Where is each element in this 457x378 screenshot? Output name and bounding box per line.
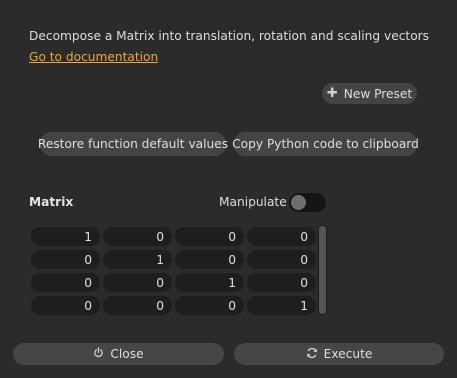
- execute-label: Execute: [323, 347, 373, 361]
- matrix-cell-0-0[interactable]: 1: [31, 227, 100, 246]
- manipulate-toggle[interactable]: [289, 193, 326, 212]
- matrix-cell-1-0[interactable]: 0: [31, 250, 100, 269]
- copy-python-code-label: Copy Python code to clipboard: [232, 137, 419, 151]
- matrix-cell-1-1[interactable]: 1: [103, 250, 172, 269]
- restore-defaults-label: Restore function default values: [37, 137, 229, 151]
- matrix-cell-1-3[interactable]: 0: [247, 250, 316, 269]
- matrix-cell-1-2[interactable]: 0: [175, 250, 244, 269]
- matrix-cell-3-3[interactable]: 1: [247, 296, 316, 315]
- new-preset-label: New Preset: [343, 86, 413, 101]
- function-description: Decompose a Matrix into translation, rot…: [29, 29, 430, 43]
- matrix-cell-2-2[interactable]: 1: [175, 273, 244, 292]
- close-button[interactable]: Close: [13, 343, 224, 365]
- execute-button[interactable]: Execute: [234, 343, 444, 365]
- toggle-knob: [291, 195, 306, 210]
- matrix-cell-0-1[interactable]: 0: [103, 227, 172, 246]
- plus-icon: ✚: [326, 86, 338, 101]
- matrix-cell-0-2[interactable]: 0: [175, 227, 244, 246]
- manipulate-label: Manipulate: [219, 195, 287, 209]
- refresh-icon: [306, 347, 318, 362]
- copy-python-code-button[interactable]: Copy Python code to clipboard: [232, 132, 419, 156]
- matrix-cell-2-0[interactable]: 0: [31, 273, 100, 292]
- matrix-cell-2-1[interactable]: 0: [103, 273, 172, 292]
- restore-defaults-button[interactable]: Restore function default values: [37, 132, 229, 156]
- matrix-cell-3-2[interactable]: 0: [175, 296, 244, 315]
- matrix-cell-3-0[interactable]: 0: [31, 296, 100, 315]
- power-icon: [93, 347, 104, 361]
- matrix-label: Matrix: [29, 195, 74, 209]
- matrix-cell-0-3[interactable]: 0: [247, 227, 316, 246]
- new-preset-button[interactable]: ✚ New Preset: [322, 83, 417, 104]
- matrix-cell-2-3[interactable]: 0: [247, 273, 316, 292]
- matrix-cell-3-1[interactable]: 0: [103, 296, 172, 315]
- documentation-link[interactable]: Go to documentation: [29, 50, 158, 64]
- close-label: Close: [110, 347, 144, 361]
- matrix-scrollbar[interactable]: [318, 225, 327, 315]
- scrollbar-thumb[interactable]: [319, 226, 326, 314]
